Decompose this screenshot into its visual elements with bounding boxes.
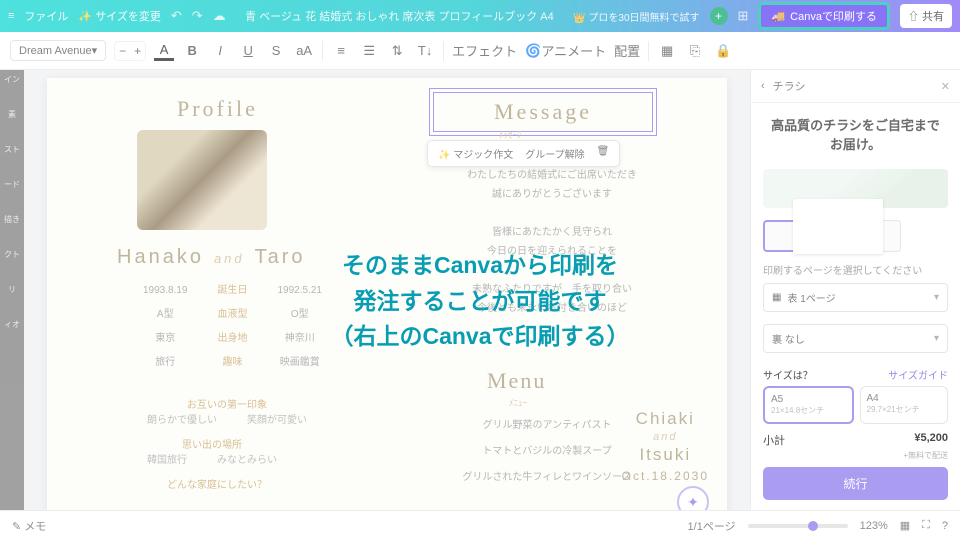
plus-badge[interactable]: + xyxy=(710,7,728,25)
subtotal-label: 小計 xyxy=(763,432,785,448)
page-indicator[interactable]: 1/1ページ xyxy=(688,518,736,534)
delete-icon[interactable]: 🗑 xyxy=(597,146,610,161)
close-icon[interactable]: ✕ xyxy=(941,80,950,93)
align-icon[interactable]: ≡ xyxy=(331,41,351,61)
print-button[interactable]: 🚚 Canvaで印刷する xyxy=(758,2,890,30)
zoom-slider[interactable] xyxy=(748,524,848,528)
panel-title: 高品質のチラシをご自宅までお届け。 xyxy=(751,103,960,165)
menu-heading[interactable]: Menu xyxy=(487,368,546,394)
zoom-value[interactable]: 123% xyxy=(860,520,888,532)
hamburger-icon[interactable]: ≡ xyxy=(8,10,14,22)
couple-block[interactable]: ChiakiandItsuki Oct.18.2030 xyxy=(622,408,709,485)
rail-apps[interactable]: リ xyxy=(0,284,24,295)
size-q: サイズは？ xyxy=(763,367,813,382)
chart-icon[interactable]: ⊞ xyxy=(738,8,749,24)
font-select[interactable]: Dream Avenue▾ xyxy=(10,40,106,61)
effects-button[interactable]: エフェクト xyxy=(452,41,517,61)
back-icon[interactable]: ‹ xyxy=(761,80,765,92)
list-icon[interactable]: ☰ xyxy=(359,41,379,61)
help-icon[interactable]: ? xyxy=(942,520,948,532)
memo-button[interactable]: ✎ メモ xyxy=(12,518,46,534)
spacing-icon[interactable]: ⇅ xyxy=(387,41,407,61)
menu-sub: ﾒﾆｭｰ xyxy=(509,396,527,409)
undo-icon[interactable]: ↶ xyxy=(171,8,182,24)
text-toolbar: Dream Avenue▾ −+ A B I U S aA ≡ ☰ ⇅ T↓ エ… xyxy=(0,32,960,70)
strike-icon[interactable]: S xyxy=(266,41,286,61)
impression-block[interactable]: お互いの第一印象 朗らかで優しい 笑顔が可愛い xyxy=(147,396,307,426)
left-rail: イン 素 スト ード 描き クト リ ィオ xyxy=(0,70,24,510)
position-button[interactable]: 配置 xyxy=(614,41,640,61)
profile-photo[interactable] xyxy=(137,130,267,230)
transparency-icon[interactable]: ▦ xyxy=(657,41,677,61)
redo-icon[interactable]: ↷ xyxy=(192,8,203,24)
annotation-overlay: そのままCanvaから印刷を発注することが可能です（右上のCanvaで印刷する） xyxy=(330,248,629,355)
font-size[interactable]: −+ xyxy=(114,41,146,61)
menu-resize[interactable]: ✨ サイズを変更 xyxy=(78,8,160,24)
link-icon[interactable]: ⎘ xyxy=(685,41,705,61)
rail-elements[interactable]: 素 xyxy=(0,109,24,120)
case-icon[interactable]: aA xyxy=(294,41,314,61)
topbar: ≡ ファイル ✨ サイズを変更 ↶ ↷ ☁ 青 ベージュ 花 結婚式 おしゃれ … xyxy=(0,0,960,32)
fullscreen-icon[interactable]: ⛶ xyxy=(922,519,930,532)
share-button[interactable]: ⇧ 共有 xyxy=(900,4,952,28)
select-pages-label: 印刷するページを選択してください xyxy=(751,262,960,277)
price: ¥5,200 xyxy=(914,432,948,448)
size-guide-link[interactable]: サイズガイド xyxy=(888,367,948,382)
text-color[interactable]: A xyxy=(154,41,174,61)
back-select[interactable]: 裏 なし▾ xyxy=(763,324,948,353)
profile-heading[interactable]: Profile xyxy=(177,96,258,122)
italic-icon[interactable]: I xyxy=(210,41,230,61)
underline-icon[interactable]: U xyxy=(238,41,258,61)
rail-upload[interactable]: ード xyxy=(0,179,24,190)
print-preview[interactable] xyxy=(763,169,948,208)
doc-title[interactable]: 青 ベージュ 花 結婚式 おしゃれ 席次表 プロフィールブック A4 xyxy=(236,8,564,24)
lock-icon[interactable]: 🔒 xyxy=(713,41,733,61)
print-panel: ‹ チラシ ✕ 高品質のチラシをご自宅までお届け。 印刷するページを選択してくだ… xyxy=(750,70,960,510)
home-block[interactable]: どんな家庭にしたい？ xyxy=(167,476,267,491)
grid-view-icon[interactable]: ▦ xyxy=(900,519,910,532)
magic-write-button[interactable]: ✨ マジック作文 xyxy=(438,146,513,161)
rail-draw[interactable]: 描き xyxy=(0,214,24,225)
rail-projects[interactable]: クト xyxy=(0,249,24,260)
magic-fab[interactable]: ✦ xyxy=(677,486,709,510)
continue-button[interactable]: 続行 xyxy=(763,467,948,500)
vertical-icon[interactable]: T↓ xyxy=(415,41,435,61)
rail-text[interactable]: スト xyxy=(0,144,24,155)
free-shipping: +無料で配送 xyxy=(751,450,960,461)
memory-block[interactable]: 思い出の場所 韓国旅行 みなとみらい xyxy=(147,436,277,466)
bold-icon[interactable]: B xyxy=(182,41,202,61)
front-select[interactable]: ▦ 表 1ページ▾ xyxy=(763,283,948,312)
menu-file[interactable]: ファイル xyxy=(24,8,68,24)
animate-button[interactable]: 🌀 アニメート xyxy=(525,41,606,61)
bottombar: ✎ メモ 1/1ページ 123% ▦ ⛶ ? xyxy=(0,510,960,540)
ungroup-button[interactable]: グループ解除 xyxy=(525,146,584,161)
rail-more[interactable]: ィオ xyxy=(0,319,24,330)
rail-design[interactable]: イン xyxy=(0,74,24,85)
profile-table[interactable]: 1993.8.19誕生日1992.5.21 A型血液型O型 東京出身地神奈川 旅… xyxy=(127,278,338,376)
panel-tab: チラシ xyxy=(773,78,806,94)
cloud-icon: ☁ xyxy=(213,8,226,24)
couple-names[interactable]: HanakoandTaro xyxy=(117,246,306,269)
context-toolbar: ✨ マジック作文 グループ解除 🗑 xyxy=(427,140,620,167)
size-a5[interactable]: A521×14.8センチ xyxy=(763,386,854,424)
message-heading[interactable]: Message xyxy=(433,92,653,132)
trial-link[interactable]: 👑 プロを30日間無料で試す xyxy=(573,9,699,24)
size-a4[interactable]: A429.7×21センチ xyxy=(860,386,949,424)
